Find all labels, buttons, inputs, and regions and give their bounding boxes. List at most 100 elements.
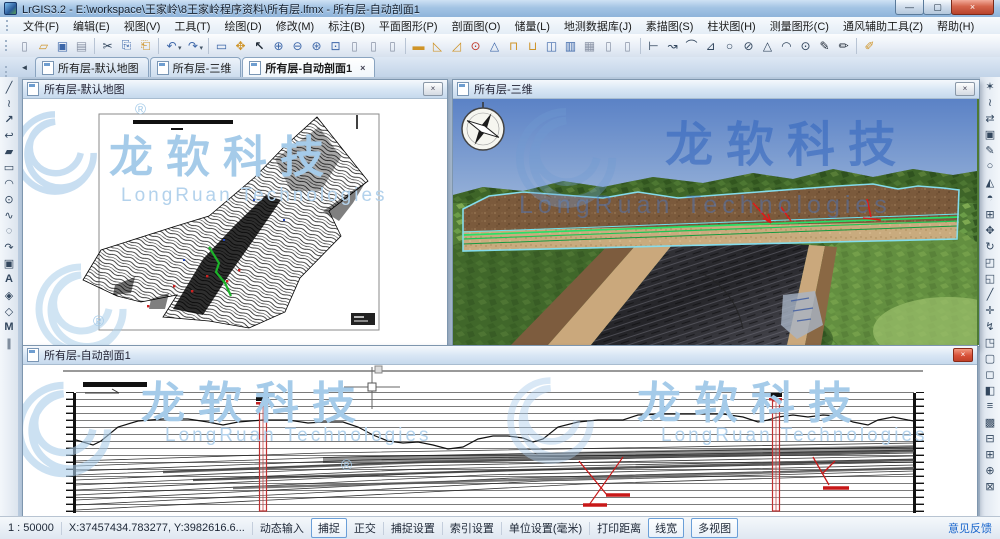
- triangle-draw-icon[interactable]: △: [758, 36, 777, 55]
- corner-window2-icon[interactable]: ◱: [982, 270, 998, 286]
- minimize-button[interactable]: —: [895, 0, 924, 15]
- crop-icon[interactable]: ▣: [982, 126, 998, 142]
- map-window-close-icon[interactable]: ×: [423, 82, 443, 96]
- layers-icon[interactable]: ≡: [982, 398, 998, 414]
- print-icon[interactable]: ▤: [72, 36, 91, 55]
- window-add-icon[interactable]: ⊞: [982, 446, 998, 462]
- snap-toggle[interactable]: 捕捉: [311, 518, 347, 538]
- profile-window-titlebar[interactable]: 所有层-自动剖面1 ×: [23, 346, 977, 365]
- menu-section[interactable]: 剖面图(O): [445, 17, 508, 35]
- mining-symbol-icon[interactable]: ▥: [561, 36, 580, 55]
- image-tool-icon[interactable]: ▣: [1, 255, 17, 271]
- toolbar-grip[interactable]: [5, 40, 10, 51]
- three-d-window-titlebar[interactable]: 所有层-三维 ×: [453, 80, 979, 99]
- select-arrow-icon[interactable]: ↖: [250, 36, 269, 55]
- page-view-icon[interactable]: ▯: [599, 36, 618, 55]
- add-object-icon[interactable]: ⊕: [982, 462, 998, 478]
- tab-scroll-left-icon[interactable]: ◄: [17, 60, 32, 75]
- profile-window-close-icon[interactable]: ×: [953, 348, 973, 362]
- delete-window-icon[interactable]: ⊠: [982, 478, 998, 494]
- no-snap-icon[interactable]: ⊘: [739, 36, 758, 55]
- mining-symbol-icon[interactable]: ⊙: [466, 36, 485, 55]
- mining-symbol-icon[interactable]: ◺: [428, 36, 447, 55]
- mining-symbol-icon[interactable]: ◿: [447, 36, 466, 55]
- move-tool-icon[interactable]: ✥: [982, 222, 998, 238]
- zoom-window-icon[interactable]: ▭: [212, 36, 231, 55]
- multitext-tool-icon[interactable]: M: [1, 319, 17, 335]
- polyline-tool-icon[interactable]: ↩: [1, 127, 17, 143]
- menu-edit[interactable]: 编辑(E): [66, 17, 117, 35]
- tab-auto-section[interactable]: 所有层-自动剖面1 ×: [242, 57, 375, 77]
- zoom-out-icon[interactable]: ⊖: [288, 36, 307, 55]
- pencil-icon[interactable]: ✏: [834, 36, 853, 55]
- tab-default-map[interactable]: 所有层-默认地图: [35, 57, 149, 77]
- snap-settings-button[interactable]: 捕捉设置: [391, 520, 435, 536]
- three-d-window-close-icon[interactable]: ×: [955, 82, 975, 96]
- line-width-toggle[interactable]: 线宽: [648, 518, 684, 538]
- window-remove-icon[interactable]: ⊟: [982, 430, 998, 446]
- pattern-fill-tool-icon[interactable]: ◈: [1, 287, 17, 303]
- line-edit-icon[interactable]: ╱: [982, 286, 998, 302]
- maximize-button[interactable]: ▢: [923, 0, 952, 15]
- grid-windows-icon[interactable]: ⊞: [982, 206, 998, 222]
- prism-icon[interactable]: ◭: [982, 174, 998, 190]
- swap-direction-icon[interactable]: ⇄: [982, 110, 998, 126]
- circle-draw-icon[interactable]: ○: [720, 36, 739, 55]
- map-window-titlebar[interactable]: 所有层-默认地图 ×: [23, 80, 447, 99]
- mining-symbol-icon[interactable]: ⊔: [523, 36, 542, 55]
- paste-icon[interactable]: ⎗: [136, 36, 155, 55]
- spline-draw-icon[interactable]: ↝: [663, 36, 682, 55]
- menu-column-chart[interactable]: 柱状图(H): [700, 17, 762, 35]
- rect-region-icon[interactable]: ▢: [982, 350, 998, 366]
- map-canvas[interactable]: 龙软科技 LongRuan Technologies ® ®: [23, 99, 447, 345]
- hatch-fill-icon[interactable]: ▩: [982, 414, 998, 430]
- menu-annotate[interactable]: 标注(B): [321, 17, 372, 35]
- mining-symbol-icon[interactable]: ▬: [409, 36, 428, 55]
- menu-ventilation-tools[interactable]: 通风辅助工具(Z): [836, 17, 930, 35]
- menu-plan-graphics[interactable]: 平面图形(P): [372, 17, 445, 35]
- pan-icon[interactable]: ✥: [231, 36, 250, 55]
- wave-tool-icon[interactable]: ∿: [1, 207, 17, 223]
- mining-symbol-icon[interactable]: ◫: [542, 36, 561, 55]
- menu-survey-graphics[interactable]: 测量图形(C): [763, 17, 836, 35]
- tabbar-grip[interactable]: [5, 66, 10, 77]
- copy-icon[interactable]: ⎘: [117, 36, 136, 55]
- zoom-extent-icon[interactable]: ⊛: [307, 36, 326, 55]
- rotate-tool-icon[interactable]: ↻: [982, 238, 998, 254]
- edit-pencil-icon[interactable]: ✎: [982, 142, 998, 158]
- mining-symbol-icon[interactable]: ⊓: [504, 36, 523, 55]
- open-folder-icon[interactable]: ▱: [34, 36, 53, 55]
- menu-tools[interactable]: 工具(T): [167, 17, 217, 35]
- tab-close-icon[interactable]: ×: [360, 63, 365, 73]
- redo-dropdown-icon[interactable]: ▾: [200, 44, 204, 52]
- spline-edit-icon[interactable]: ≀: [982, 94, 998, 110]
- break-line-icon[interactable]: ↯: [982, 318, 998, 334]
- menu-sketch[interactable]: 素描图(S): [639, 17, 701, 35]
- menu-reserves[interactable]: 储量(L): [507, 17, 556, 35]
- profile-canvas[interactable]: 龙软科技 LongRuan Technologies 龙软科技 LongRuan…: [23, 365, 977, 518]
- ellipse-tool-icon[interactable]: ◌: [1, 223, 17, 239]
- text-tool-icon[interactable]: A: [1, 271, 17, 287]
- menu-geodata-db[interactable]: 地测数据库(J): [557, 17, 639, 35]
- region-corner-icon[interactable]: ◳: [982, 334, 998, 350]
- multi-view-toggle[interactable]: 多视图: [691, 518, 738, 538]
- spline-tool-icon[interactable]: ≀: [1, 95, 17, 111]
- feedback-link[interactable]: 意见反馈: [948, 520, 992, 536]
- endpoint-snap-icon[interactable]: ⊢: [644, 36, 663, 55]
- menu-file[interactable]: 文件(F): [16, 17, 66, 35]
- zoom-in-icon[interactable]: ⊕: [269, 36, 288, 55]
- tab-3d-view[interactable]: 所有层-三维: [150, 57, 242, 77]
- page-view-icon[interactable]: ▯: [345, 36, 364, 55]
- page-view-icon[interactable]: ▯: [364, 36, 383, 55]
- menu-draw[interactable]: 绘图(D): [217, 17, 268, 35]
- new-file-icon[interactable]: ▯: [15, 36, 34, 55]
- print-distance-button[interactable]: 打印距离: [597, 520, 641, 536]
- menu-help[interactable]: 帮助(H): [930, 17, 981, 35]
- hatch-tool-icon[interactable]: ∥: [1, 335, 17, 351]
- ortho-toggle[interactable]: 正交: [354, 520, 376, 536]
- angle-draw-icon[interactable]: ⊿: [701, 36, 720, 55]
- circle-tool-icon[interactable]: ⊙: [1, 191, 17, 207]
- undo-dropdown-icon[interactable]: ▾: [178, 44, 182, 52]
- cloud-shade-icon[interactable]: ◓: [982, 190, 998, 206]
- arc-tool-icon[interactable]: ◠: [1, 175, 17, 191]
